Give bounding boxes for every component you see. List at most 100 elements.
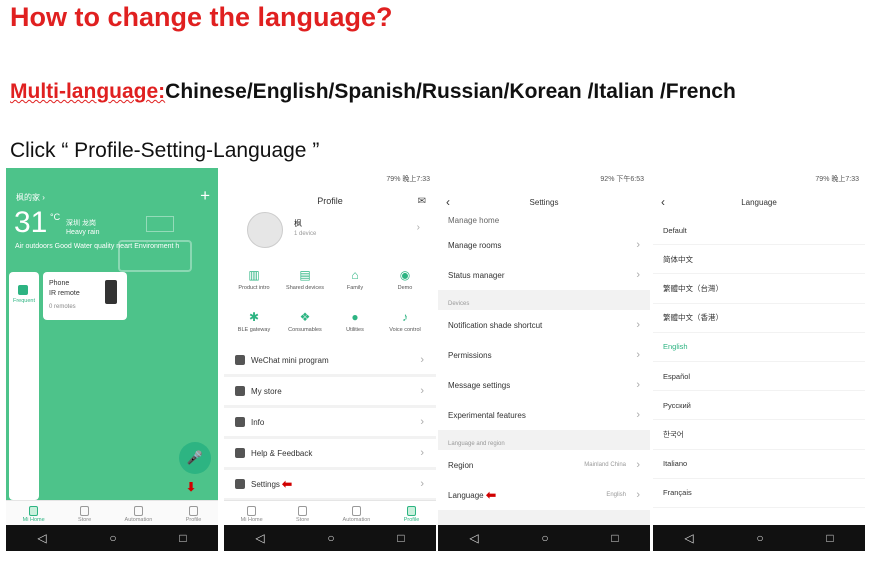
- section-header-devices: Devices: [438, 290, 650, 310]
- settings-item-permissions[interactable]: Permissions ›: [438, 340, 650, 370]
- home-name[interactable]: 枫的家 ›: [16, 192, 45, 203]
- multi-language-label: Multi-language:: [10, 80, 166, 103]
- recents-icon[interactable]: □: [397, 531, 404, 545]
- grid-item-product-intro[interactable]: ▥ Product intro: [229, 268, 279, 291]
- language-option-french[interactable]: Français: [653, 479, 865, 508]
- drop-icon: ●: [351, 310, 359, 324]
- automation-icon: [133, 506, 143, 516]
- language-option-italian[interactable]: Italiano: [653, 450, 865, 479]
- settings-item-status-manager[interactable]: Status manager ›: [438, 260, 650, 290]
- profile-menu: WeChat mini program › My store › Info › Hel…: [224, 346, 436, 501]
- home-circle-icon[interactable]: ○: [756, 531, 763, 545]
- back-icon[interactable]: ◁: [469, 531, 478, 545]
- store-icon: [80, 506, 90, 516]
- room-sidebar: Frequent: [9, 272, 39, 500]
- language-header: ‹ Language: [653, 190, 865, 216]
- settings-item-message-settings[interactable]: Message settings ›: [438, 370, 650, 400]
- chevron-right-icon: ›: [420, 447, 424, 459]
- device-card[interactable]: Phone IR remote 0 remotes: [43, 272, 127, 320]
- home-icon: [247, 506, 257, 516]
- consumables-icon: ❖: [299, 310, 311, 324]
- grid-item-consumables[interactable]: ❖ Consumables: [280, 310, 330, 333]
- grid-item-voice-control[interactable]: ♪ Voice control: [380, 310, 430, 333]
- language-list: Default 简体中文 繁體中文（台灣） 繁體中文（香港） English E…: [653, 216, 865, 508]
- bluetooth-icon: ✱: [248, 310, 260, 324]
- tab-mi-home[interactable]: Mi Home: [241, 506, 263, 525]
- status-bar: 92% 下午6:53: [438, 168, 650, 190]
- demo-icon: ◉: [399, 268, 411, 282]
- chevron-right-icon: ›: [636, 349, 640, 361]
- android-nav-bar: ◁ ○ □: [224, 525, 436, 551]
- grid-item-demo[interactable]: ◉ Demo: [380, 268, 430, 291]
- menu-my-store[interactable]: My store ›: [224, 377, 436, 405]
- picture-frame-illustration: [146, 216, 174, 232]
- weather: Heavy rain: [66, 229, 100, 236]
- home-circle-icon[interactable]: ○: [541, 531, 548, 545]
- automation-icon: [351, 506, 361, 516]
- back-icon[interactable]: ◁: [37, 531, 46, 545]
- grid-item-ble-gateway[interactable]: ✱ BLE gateway: [229, 310, 279, 333]
- settings-item-experimental-features[interactable]: Experimental features ›: [438, 400, 650, 430]
- mail-icon[interactable]: ✉: [418, 196, 426, 207]
- settings-item-language[interactable]: Language ⬅ English ›: [438, 480, 650, 510]
- language-option-russian[interactable]: Русский: [653, 391, 865, 421]
- screenshot-profile: 79% 晚上7:33 Profile ✉ 枫 1 device › ▥ Produ…: [224, 168, 436, 551]
- settings-item-manage-rooms[interactable]: Manage rooms ›: [438, 230, 650, 260]
- language-option-english-selected[interactable]: English: [653, 333, 865, 362]
- recents-icon[interactable]: □: [826, 531, 833, 545]
- frequent-tab[interactable]: Frequent: [12, 298, 36, 304]
- status-bar: 79% 晚上7:33: [224, 168, 436, 190]
- tab-automation[interactable]: Automation: [125, 506, 152, 525]
- tab-store[interactable]: Store: [78, 506, 91, 525]
- back-icon[interactable]: ◁: [684, 531, 693, 545]
- chevron-right-icon[interactable]: ›: [417, 222, 420, 233]
- location: 深圳 龙岗: [66, 220, 96, 227]
- tab-mi-home[interactable]: Mi Home: [23, 506, 45, 525]
- shared-devices-icon: ▤: [299, 268, 311, 282]
- info-icon: [235, 417, 245, 427]
- add-icon[interactable]: +: [200, 186, 210, 206]
- tab-store[interactable]: Store: [296, 506, 309, 525]
- settings-item-manage-home[interactable]: Manage home: [438, 216, 650, 230]
- language-option-default[interactable]: Default: [653, 216, 865, 246]
- language-option-spanish[interactable]: Español: [653, 362, 865, 392]
- language-option-traditional-chinese-hk[interactable]: 繁體中文（香港）: [653, 304, 865, 333]
- avatar[interactable]: [247, 212, 283, 248]
- voice-mic-button[interactable]: 🎤: [179, 442, 211, 474]
- instruction-text: Click “ Profile-Setting-Language ”: [10, 139, 320, 162]
- tab-profile[interactable]: Profile: [404, 506, 419, 525]
- language-option-korean[interactable]: 한국어: [653, 420, 865, 450]
- menu-help-feedback[interactable]: Help & Feedback ›: [224, 439, 436, 467]
- menu-wechat-mini-program[interactable]: WeChat mini program ›: [224, 346, 436, 374]
- grid-item-utilities[interactable]: ● Utilities: [330, 310, 380, 333]
- status-bar: 79% 晚上7:33: [815, 176, 859, 183]
- region-value: Mainland China: [584, 462, 626, 468]
- menu-settings[interactable]: Settings ⬅ ›: [224, 470, 436, 498]
- chevron-right-icon: ›: [636, 459, 640, 471]
- user-name: 枫: [294, 219, 302, 228]
- recents-icon[interactable]: □: [611, 531, 618, 545]
- settings-item-region[interactable]: Region Mainland China ›: [438, 450, 650, 480]
- screenshot-language: 79% 晚上7:33 ‹ Language Default 简体中文 繁體中文（…: [653, 168, 865, 551]
- recents-icon[interactable]: □: [179, 531, 186, 545]
- grid-item-family[interactable]: ⌂ Family: [330, 268, 380, 291]
- home-circle-icon[interactable]: ○: [109, 531, 116, 545]
- language-option-traditional-chinese-tw[interactable]: 繁體中文（台灣）: [653, 274, 865, 304]
- language-option-simplified-chinese[interactable]: 简体中文: [653, 245, 865, 275]
- books-icon: ▥: [248, 268, 260, 282]
- menu-info[interactable]: Info ›: [224, 408, 436, 436]
- home-circle-icon[interactable]: ○: [327, 531, 334, 545]
- tab-profile[interactable]: Profile: [186, 506, 201, 525]
- chevron-right-icon: ›: [636, 239, 640, 251]
- settings-item-notification-shade[interactable]: Notification shade shortcut ›: [438, 310, 650, 340]
- grid-item-shared-devices[interactable]: ▤ Shared devices: [280, 268, 330, 291]
- tab-automation[interactable]: Automation: [343, 506, 370, 525]
- bottom-tab-bar: Mi Home Store Automation Profile: [6, 500, 218, 525]
- chevron-right-icon: ›: [636, 489, 640, 501]
- page-heading: How to change the language?: [10, 2, 393, 32]
- back-icon[interactable]: ◁: [255, 531, 264, 545]
- settings-list: Manage home Manage rooms › Status manager…: [438, 216, 650, 510]
- status-bar: [6, 168, 218, 190]
- red-arrow-down-icon: ⬇: [186, 480, 197, 494]
- language-list-text: Chinese/English/Spanish/Russian/Korean /…: [165, 80, 736, 103]
